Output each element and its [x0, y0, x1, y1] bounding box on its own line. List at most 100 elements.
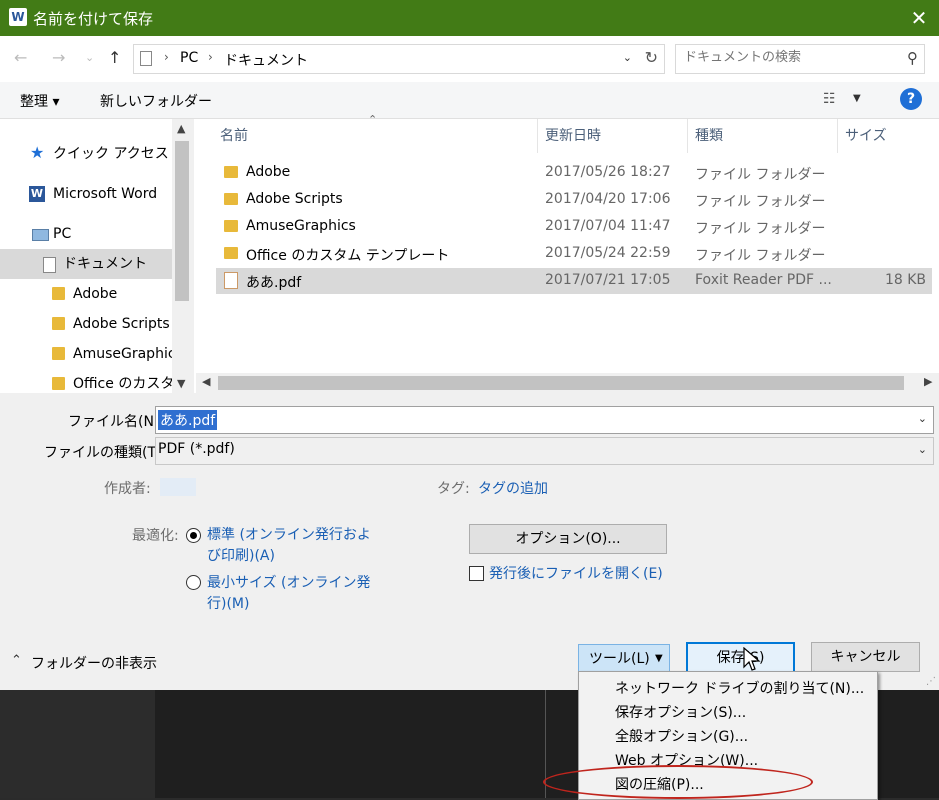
command-bar: 整理 ▾ 新しいフォルダー ☷ ▼ ? [0, 82, 939, 119]
radio-standard-label-2[interactable]: び印刷)(A) [207, 545, 275, 565]
breadcrumb-documents[interactable]: ドキュメント [224, 50, 308, 70]
tools-button[interactable]: ツール(L) ▼ [578, 644, 670, 674]
options-button[interactable]: オプション(O)... [469, 524, 667, 554]
address-dropdown-icon[interactable]: ⌄ [623, 51, 632, 64]
back-arrow-icon[interactable]: ← [14, 48, 27, 67]
scroll-right-icon[interactable]: ▶ [924, 375, 932, 388]
nav-item-documents[interactable]: ドキュメント [0, 249, 172, 279]
file-row[interactable]: AmuseGraphics 2017/07/04 11:47 ファイル フォルダ… [216, 214, 932, 240]
menu-item-map-network-drive[interactable]: ネットワーク ドライブの割り当て(N)... [615, 678, 864, 698]
search-icon[interactable]: ⚲ [907, 49, 918, 67]
folder-icon [224, 220, 238, 232]
menu-item-save-options[interactable]: 保存オプション(S)... [615, 702, 746, 722]
mouse-cursor-icon [743, 647, 761, 671]
tools-dropdown-icon: ▼ [655, 653, 663, 664]
column-divider[interactable] [537, 119, 538, 153]
breadcrumb-separator-icon[interactable]: › [208, 50, 213, 64]
save-as-dialog: W 名前を付けて保存 ✕ ← → ⌄ ↑ › PC › ドキュメント ⌄ ↻ ⚲… [0, 0, 939, 690]
forward-arrow-icon[interactable]: → [52, 48, 65, 67]
new-folder-button[interactable]: 新しいフォルダー [100, 91, 212, 111]
filetype-label: ファイルの種類(T): [44, 445, 167, 461]
open-after-publish-label[interactable]: 発行後にファイルを開く(E) [489, 563, 663, 583]
column-divider[interactable] [837, 119, 838, 153]
nav-item-adobe-scripts[interactable]: Adobe Scripts [0, 309, 172, 339]
column-header-name[interactable]: 名前 [220, 125, 248, 145]
filename-label: ファイル名(N): [68, 414, 165, 430]
folder-icon [52, 347, 65, 360]
refresh-icon[interactable]: ↻ [645, 48, 658, 67]
word-app-icon: W [9, 8, 27, 26]
scroll-down-icon[interactable]: ▼ [177, 377, 185, 390]
nav-scrollbar[interactable]: ▲ ▼ [172, 119, 192, 393]
up-arrow-icon[interactable]: ↑ [108, 48, 121, 67]
pc-icon [32, 229, 49, 241]
breadcrumb-pc[interactable]: PC [180, 50, 198, 66]
radio-minimum-size[interactable] [186, 575, 201, 590]
nav-item-quick-access[interactable]: ★ クイック アクセス [0, 139, 172, 169]
filetype-select[interactable]: PDF (*.pdf) ⌄ [155, 437, 934, 465]
pdf-file-icon [224, 272, 238, 289]
file-row[interactable]: Adobe Scripts 2017/04/20 17:06 ファイル フォルダ… [216, 187, 932, 213]
resize-grip-icon[interactable]: ⋰ [926, 676, 936, 687]
filename-field[interactable]: ああ.pdf ⌄ [155, 406, 934, 434]
search-input[interactable] [682, 49, 896, 66]
optimize-label: 最適化: [132, 528, 179, 544]
file-list: ⌃ 名前 更新日時 種類 サイズ Adobe 2017/05/26 18:27 … [194, 113, 939, 393]
radio-standard-label-1[interactable]: 標準 (オンライン発行およ [207, 524, 371, 544]
file-row-selected[interactable]: ああ.pdf 2017/07/21 17:05 Foxit Reader PDF… [216, 268, 932, 294]
folder-icon [224, 193, 238, 205]
title-bar: W 名前を付けて保存 ✕ [0, 0, 939, 36]
organize-button[interactable]: 整理 ▾ [20, 91, 59, 111]
file-list-hscrollbar[interactable]: ◀ ▶ [196, 373, 939, 393]
radio-standard[interactable] [186, 528, 201, 543]
scroll-up-icon[interactable]: ▲ [177, 122, 185, 135]
star-icon: ★ [30, 143, 45, 162]
help-icon[interactable]: ? [900, 88, 922, 110]
file-row[interactable]: Adobe 2017/05/26 18:27 ファイル フォルダー [216, 160, 932, 186]
radio-minimum-label-1[interactable]: 最小サイズ (オンライン発 [207, 572, 371, 592]
nav-item-microsoft-word[interactable]: W Microsoft Word [0, 179, 172, 209]
column-header-size[interactable]: サイズ [845, 125, 887, 145]
highlight-ellipse [543, 765, 813, 799]
menu-item-general-options[interactable]: 全般オプション(G)... [615, 726, 748, 746]
folder-icon [224, 166, 238, 178]
nav-item-pc[interactable]: PC [0, 219, 172, 249]
filename-dropdown-icon[interactable]: ⌄ [918, 412, 927, 425]
view-options-icon[interactable]: ☷ [823, 91, 836, 107]
column-header-type[interactable]: 種類 [695, 125, 723, 145]
column-header-date[interactable]: 更新日時 [545, 125, 601, 145]
recent-locations-chevron-icon[interactable]: ⌄ [85, 51, 94, 64]
save-button[interactable]: 保存(S) [686, 642, 795, 674]
close-button[interactable]: ✕ [899, 0, 939, 36]
filetype-value: PDF (*.pdf) [158, 441, 235, 457]
cancel-button[interactable]: キャンセル [811, 642, 920, 672]
view-dropdown-icon[interactable]: ▼ [853, 93, 861, 104]
folder-icon [52, 377, 65, 390]
author-label: 作成者: [104, 481, 151, 497]
file-row[interactable]: Office のカスタム テンプレート 2017/05/24 22:59 ファイ… [216, 241, 932, 267]
nav-item-amusegraphics[interactable]: AmuseGraphics [0, 339, 172, 369]
nav-item-office-custom[interactable]: Office のカスタム [0, 369, 172, 393]
nav-item-adobe[interactable]: Adobe [0, 279, 172, 309]
chevron-up-icon[interactable]: ⌃ [11, 653, 22, 668]
scroll-left-icon[interactable]: ◀ [202, 375, 210, 388]
column-divider[interactable] [687, 119, 688, 153]
sort-ascending-icon: ⌃ [368, 113, 378, 126]
document-location-icon [140, 51, 152, 66]
search-box[interactable]: ⚲ [675, 44, 925, 74]
nav-scroll-thumb[interactable] [175, 141, 189, 301]
filetype-dropdown-icon[interactable]: ⌄ [918, 443, 927, 456]
breadcrumb-separator-icon[interactable]: › [164, 50, 169, 64]
document-icon [43, 257, 56, 273]
window-title: 名前を付けて保存 [33, 10, 154, 28]
filename-value[interactable]: ああ.pdf [158, 410, 218, 430]
folder-icon [52, 287, 65, 300]
hide-folders-button[interactable]: フォルダーの非表示 [31, 653, 157, 673]
folder-icon [52, 317, 65, 330]
author-value-blurred[interactable] [160, 478, 196, 496]
address-bar[interactable]: › PC › ドキュメント ⌄ ↻ [133, 44, 665, 74]
radio-minimum-label-2[interactable]: 行)(M) [207, 593, 249, 613]
tags-add-link[interactable]: タグの追加 [478, 478, 548, 498]
hscroll-thumb[interactable] [218, 376, 904, 390]
open-after-publish-checkbox[interactable] [469, 566, 484, 581]
